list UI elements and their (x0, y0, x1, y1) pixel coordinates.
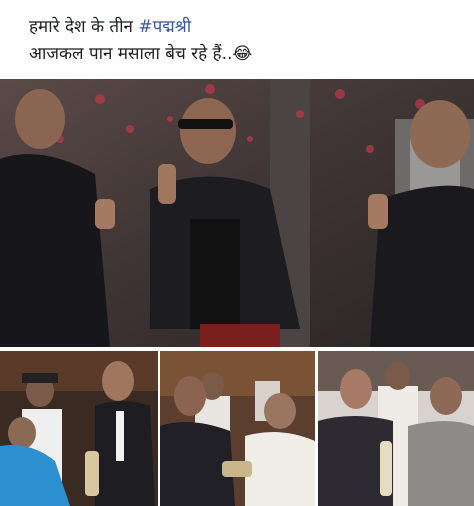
main-photo-illustration (0, 79, 474, 347)
award-photo-2[interactable] (160, 351, 315, 506)
post-text-line-1-prefix: हमारे देश के तीन (29, 17, 139, 37)
award-photo-2-illustration (160, 351, 315, 506)
award-photo-1-illustration (0, 351, 158, 506)
award-photo-3-illustration (318, 351, 474, 506)
post-text-line-1: हमारे देश के तीन #पद्मश्री (29, 14, 459, 41)
award-photo-3[interactable] (318, 351, 474, 506)
post-text: हमारे देश के तीन #पद्मश्री आजकल पान मसाल… (29, 14, 459, 68)
main-photo[interactable] (0, 79, 474, 347)
award-photo-1[interactable] (0, 351, 158, 506)
post-text-line-2: आजकल पान मसाला बेच रहे हैं..😂 (29, 44, 253, 64)
hashtag-link[interactable]: #पद्मश्री (138, 17, 191, 37)
